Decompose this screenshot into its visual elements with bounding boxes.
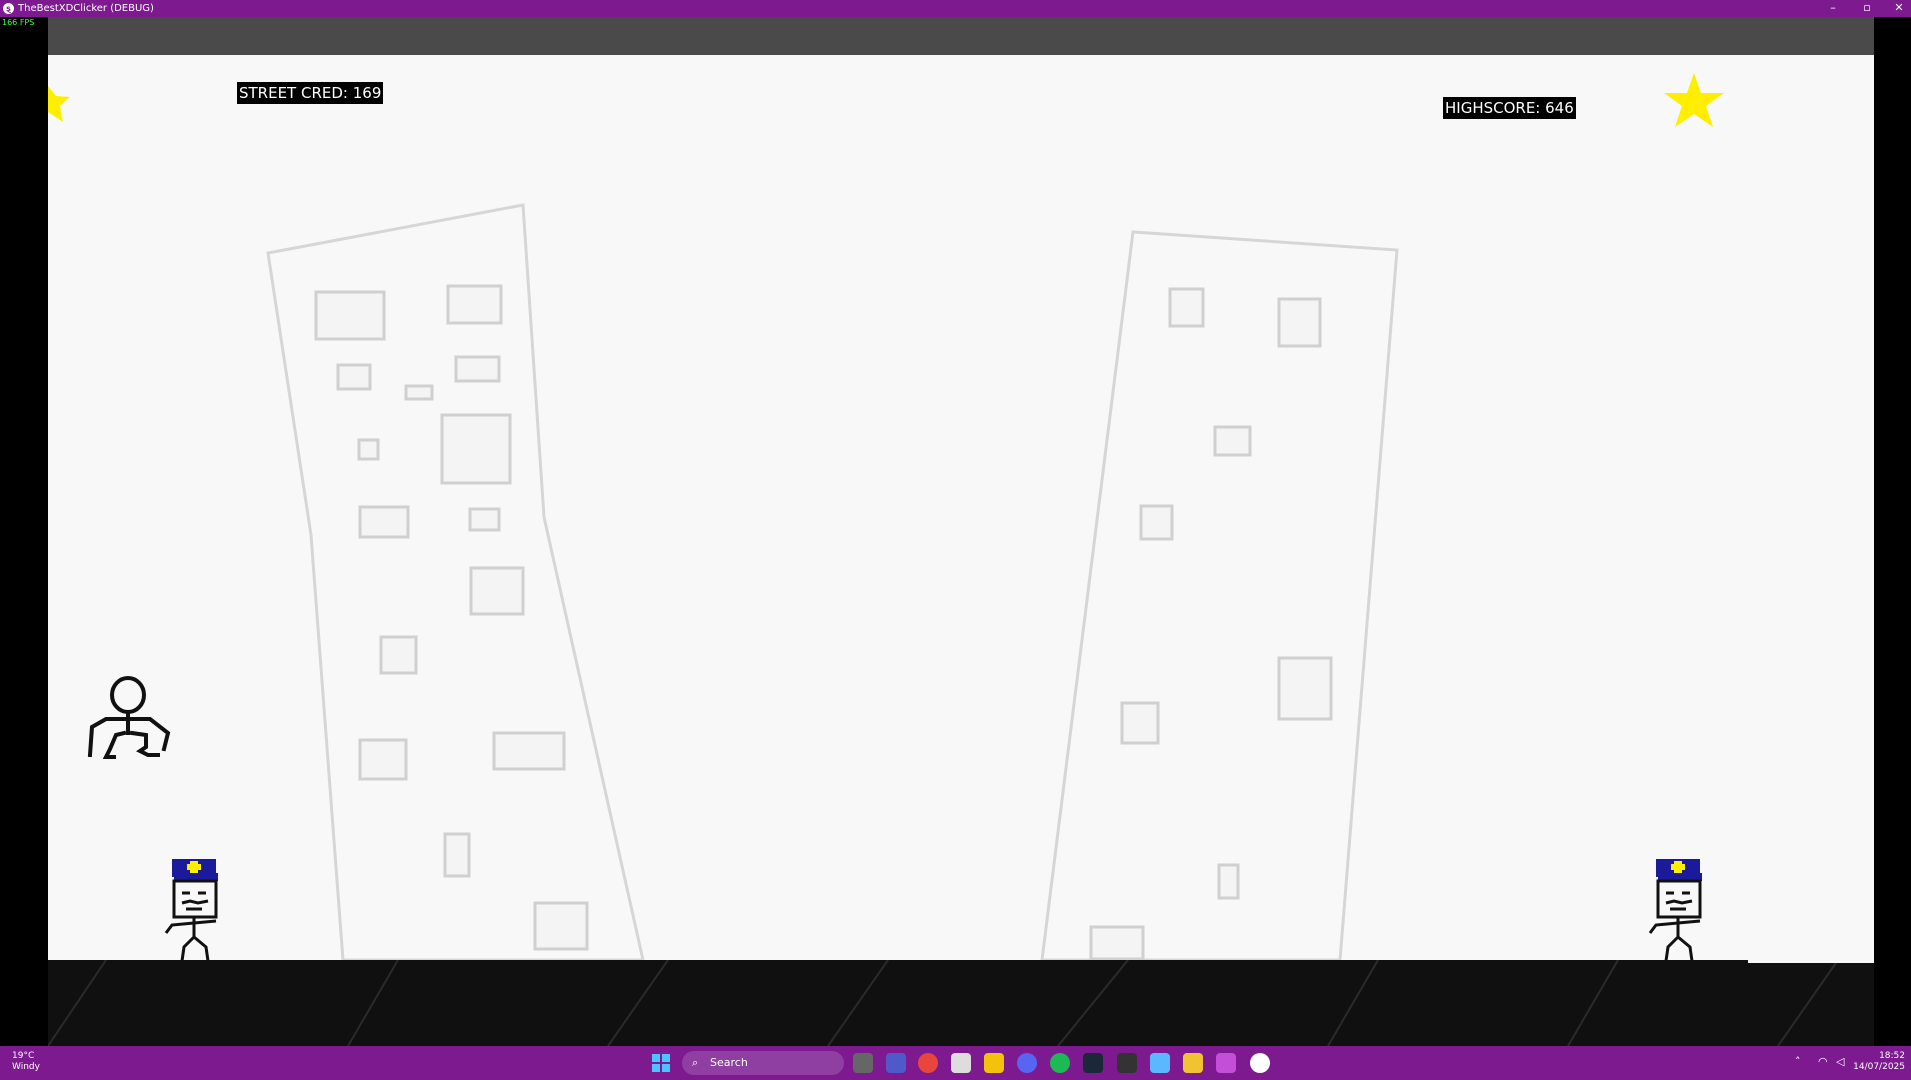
pen-icon[interactable] [1183,1053,1203,1073]
ground-stripes [48,960,1874,1046]
ground [48,960,1874,1046]
search-box[interactable]: ⌕ Search [682,1051,844,1075]
file-explorer-icon[interactable] [984,1053,1004,1073]
highscore-counter: HIGHSCORE: 646 [1443,97,1576,119]
star-icon [1664,73,1724,127]
xd-smiley-icon: ȿ [3,3,14,14]
star-icon [48,86,70,122]
task-view-icon[interactable] [853,1053,873,1073]
clock-time: 18:52 [1879,1051,1905,1061]
building-right [1040,230,1399,960]
police-enemy[interactable] [1644,855,1714,960]
game-scene[interactable]: STREET CRED: 169 HIGHSCORE: 646 [48,55,1874,960]
wifi-icon[interactable]: ◠ [1818,1055,1828,1068]
spotify-icon[interactable] [1050,1053,1070,1073]
window-titlebar[interactable]: ȿ TheBestXDClicker (DEBUG) – ▫ ✕ [0,0,1911,17]
player-character[interactable] [80,675,190,780]
maximize-button[interactable]: ▫ [1853,0,1881,17]
start-icon[interactable] [651,1053,671,1073]
fps-counter: 166 FPS [2,18,35,27]
street-cred-counter: STREET CRED: 169 [237,82,384,104]
notepad-icon[interactable] [1150,1053,1170,1073]
weather-desc: Windy [12,1062,40,1072]
steam-icon[interactable] [1083,1053,1103,1073]
clock[interactable]: 18:52 14/07/2025 [1853,1051,1905,1073]
window-title: TheBestXDClicker (DEBUG) [18,3,154,14]
weather-temp: 19°C [12,1051,35,1061]
chrome-icon[interactable] [918,1053,938,1073]
building-left [266,203,645,960]
store-icon[interactable] [951,1053,971,1073]
scene-background [266,203,1399,960]
discord-icon[interactable] [1017,1053,1037,1073]
copilot-icon[interactable] [1216,1053,1236,1073]
taskbar: 19°C Windy ⌕ Search ˄ ◠ ◁ 18:52 14/07/20… [0,1046,1911,1080]
calculator-icon[interactable] [1117,1053,1137,1073]
police-enemy[interactable] [160,855,230,960]
minimize-button[interactable]: – [1819,0,1847,17]
search-placeholder: Search [710,1056,748,1069]
search-icon: ⌕ [692,1056,699,1069]
close-button[interactable]: ✕ [1885,0,1911,17]
weather-widget[interactable]: 19°C Windy [12,1051,40,1073]
teams-icon[interactable] [886,1053,906,1073]
clock-date: 14/07/2025 [1853,1062,1905,1072]
tray-chevron-icon[interactable]: ˄ [1795,1055,1801,1068]
game-topbar [48,17,1874,55]
game-icon[interactable] [1250,1053,1270,1073]
game-viewport[interactable]: STREET CRED: 169 HIGHSCORE: 646 [48,17,1874,1046]
volume-icon[interactable]: ◁ [1836,1055,1844,1068]
